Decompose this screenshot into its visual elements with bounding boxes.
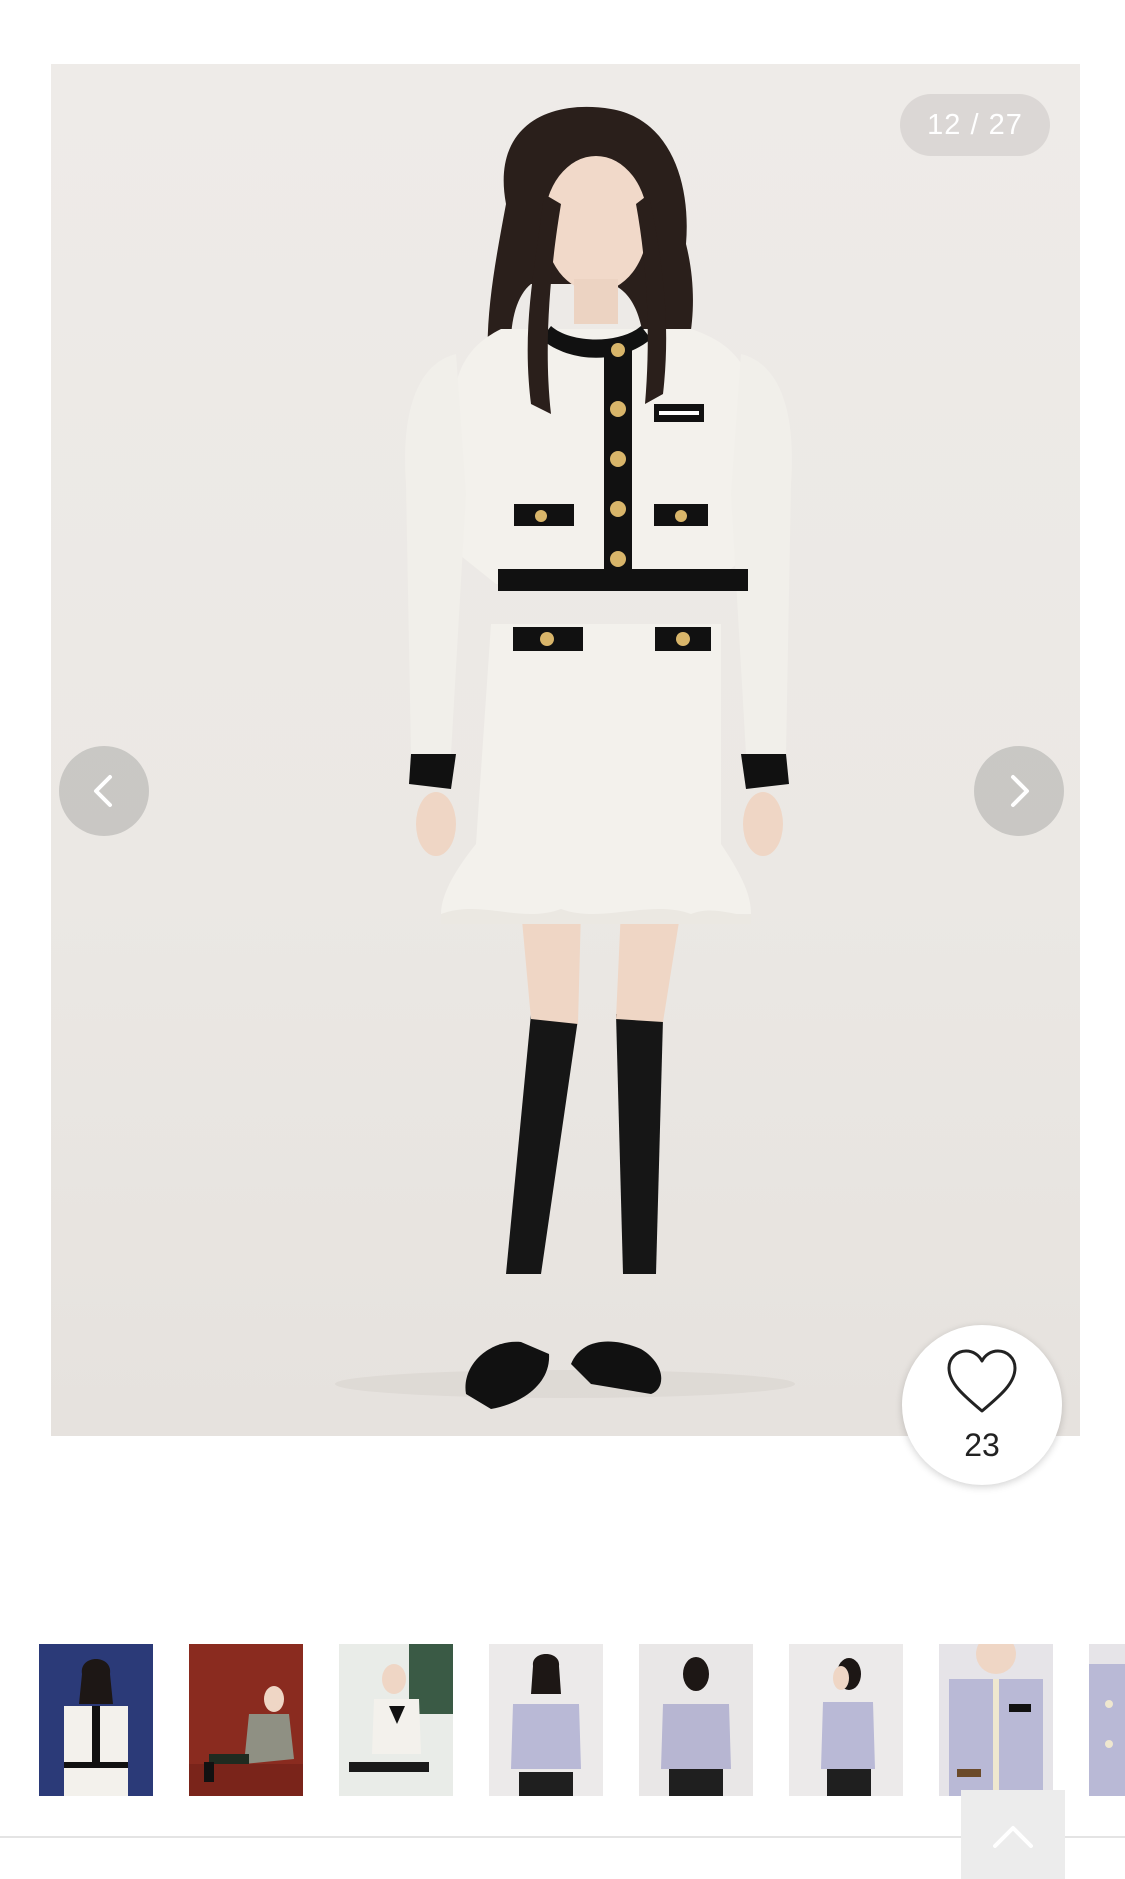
heart-icon	[947, 1349, 1017, 1413]
thumbnail-7[interactable]	[939, 1644, 1053, 1796]
section-divider	[0, 1836, 1125, 1838]
thumbnail-strip[interactable]	[0, 1644, 1125, 1796]
next-image-button[interactable]	[974, 746, 1064, 836]
thumbnail-2[interactable]	[189, 1644, 303, 1796]
back-to-top-button[interactable]	[961, 1790, 1065, 1879]
thumbnail-3[interactable]	[339, 1644, 453, 1796]
favorite-button[interactable]: 23	[902, 1325, 1062, 1485]
product-main-image[interactable]: 12 / 27	[51, 64, 1080, 1436]
thumbnail-6[interactable]	[789, 1644, 903, 1796]
thumbnail-1[interactable]	[39, 1644, 153, 1796]
chevron-right-icon	[1011, 775, 1029, 807]
image-counter: 12 / 27	[900, 94, 1050, 156]
favorite-count: 23	[964, 1427, 1000, 1463]
chevron-left-icon	[94, 775, 112, 807]
chevron-up-icon	[993, 1826, 1033, 1848]
thumbnail-8[interactable]	[1089, 1644, 1125, 1796]
thumbnail-4[interactable]	[489, 1644, 603, 1796]
previous-image-button[interactable]	[59, 746, 149, 836]
thumbnail-5[interactable]	[639, 1644, 753, 1796]
model-photo	[335, 106, 795, 1409]
